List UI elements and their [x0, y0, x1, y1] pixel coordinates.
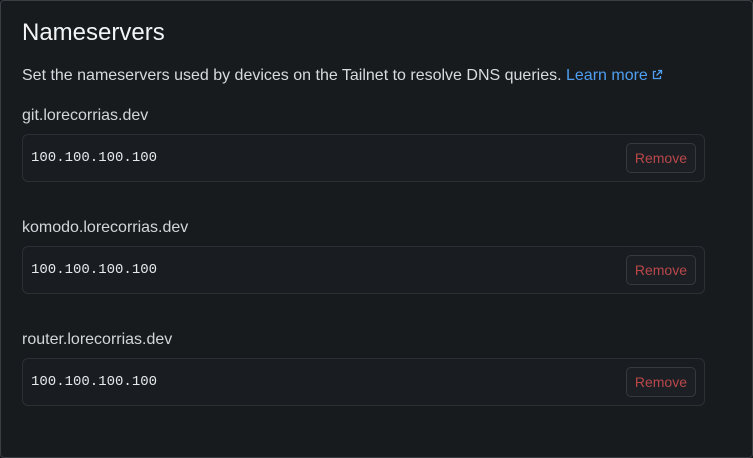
- description-text: Set the nameservers used by devices on t…: [22, 67, 562, 84]
- nameserver-address: 100.100.100.100: [31, 262, 158, 278]
- nameserver-domain: router.lorecorrias.dev: [22, 331, 173, 348]
- nameserver-group-komodo: komodo.lorecorrias.dev 100.100.100.100 R…: [22, 218, 705, 294]
- external-link-icon: [652, 69, 662, 80]
- section-description: Set the nameservers used by devices on t…: [22, 66, 663, 86]
- learn-more-label: Learn more: [566, 67, 648, 84]
- nameserver-domain: komodo.lorecorrias.dev: [22, 219, 189, 236]
- remove-button[interactable]: Remove: [625, 143, 696, 173]
- section-title: Nameservers: [22, 19, 165, 46]
- nameserver-address: 100.100.100.100: [31, 374, 158, 390]
- nameserver-group-router: router.lorecorrias.dev 100.100.100.100 R…: [22, 330, 705, 406]
- nameserver-row: 100.100.100.100 Remove: [22, 134, 705, 182]
- remove-button[interactable]: Remove: [625, 255, 696, 285]
- nameserver-domain: git.lorecorrias.dev: [22, 107, 149, 124]
- nameserver-address: 100.100.100.100: [31, 150, 158, 166]
- nameserver-row: 100.100.100.100 Remove: [22, 246, 705, 294]
- learn-more-link[interactable]: Learn more: [566, 67, 663, 84]
- nameserver-group-git: git.lorecorrias.dev 100.100.100.100 Remo…: [22, 106, 705, 182]
- nameservers-panel: Nameservers Set the nameservers used by …: [0, 0, 753, 458]
- nameserver-row: 100.100.100.100 Remove: [22, 358, 705, 406]
- remove-button[interactable]: Remove: [625, 367, 696, 397]
